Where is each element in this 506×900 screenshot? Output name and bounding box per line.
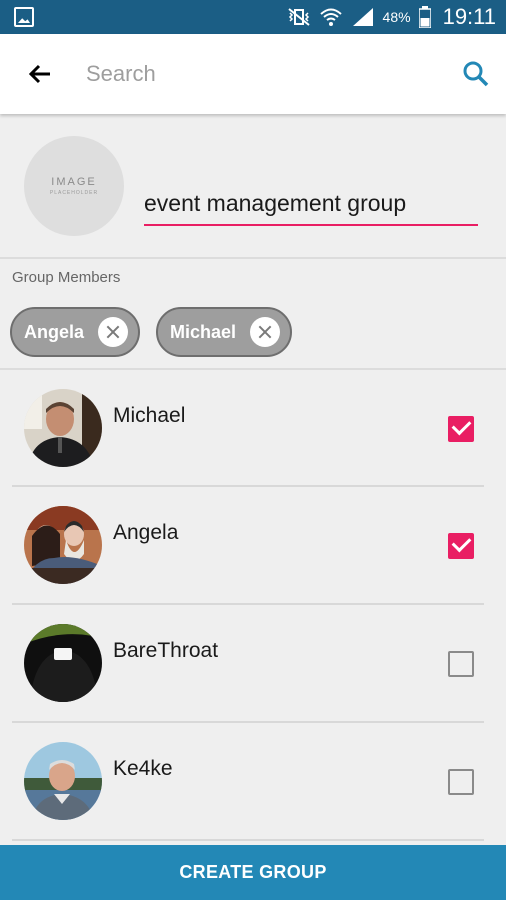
gallery-notification-icon [14, 7, 34, 27]
contact-name: BareThroat [113, 639, 219, 662]
remove-member-icon[interactable] [98, 317, 129, 347]
status-icons: 48% 19:11 [287, 0, 496, 34]
contact-row[interactable]: Angela [0, 487, 506, 605]
contact-avatar [24, 506, 102, 584]
contact-row[interactable]: Michael [0, 370, 506, 488]
select-contact-checkbox[interactable] [448, 416, 474, 442]
group-image-picker[interactable]: IMAGE PLACEHOLDER [24, 136, 124, 236]
group-members-label: Group Members [12, 269, 121, 286]
select-contact-checkbox[interactable] [448, 533, 474, 559]
contact-row[interactable]: Ke4ke [0, 723, 506, 841]
contact-name: Ke4ke [113, 757, 173, 780]
group-header: IMAGE PLACEHOLDER [0, 114, 506, 259]
member-chips: Angela Michael [10, 307, 293, 357]
section-divider [0, 257, 506, 259]
search-toolbar [0, 34, 506, 114]
create-group-button[interactable]: CREATE GROUP [0, 845, 506, 900]
signal-icon [352, 8, 373, 26]
remove-member-icon[interactable] [250, 317, 281, 347]
group-name-input[interactable] [144, 186, 478, 226]
select-contact-checkbox[interactable] [448, 651, 474, 677]
battery-percent: 48% [382, 9, 411, 25]
select-contact-checkbox[interactable] [448, 769, 474, 795]
contact-name: Michael [113, 404, 186, 427]
contact-row[interactable]: BareThroat [0, 605, 506, 723]
contact-avatar [24, 389, 102, 467]
contact-name: Angela [113, 521, 179, 544]
back-arrow-icon[interactable] [24, 58, 56, 90]
wifi-icon [319, 8, 342, 26]
battery-icon [418, 6, 431, 28]
member-chip: Angela [10, 307, 141, 357]
status-bar: 48% 19:11 [0, 0, 506, 34]
contact-avatar [24, 624, 102, 702]
vibrate-mute-icon [287, 8, 310, 26]
member-chip-label: Michael [170, 321, 237, 342]
row-divider [12, 839, 484, 841]
image-placeholder-text: IMAGE [51, 176, 97, 188]
image-placeholder-subtext: PLACEHOLDER [49, 190, 99, 196]
status-time: 19:11 [442, 4, 496, 29]
contact-avatar [24, 742, 102, 820]
member-chip-label: Angela [24, 321, 85, 342]
search-input[interactable] [86, 56, 426, 92]
search-icon[interactable] [460, 58, 492, 90]
member-chip: Michael [156, 307, 293, 357]
